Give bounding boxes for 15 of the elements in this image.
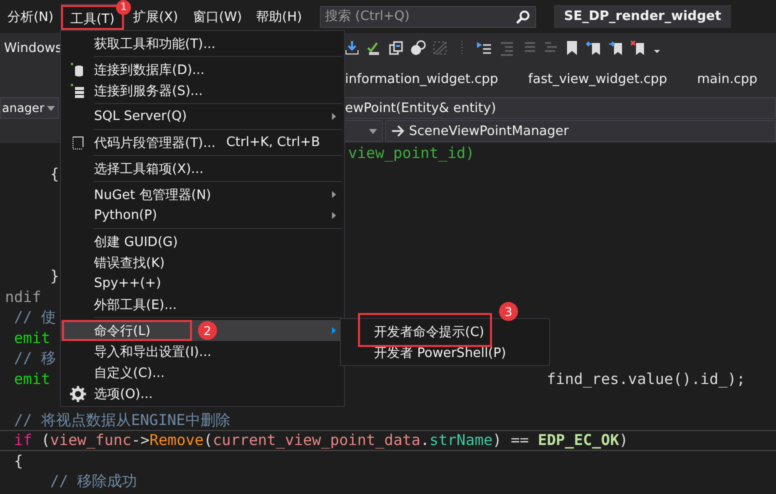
code-text: { bbox=[50, 164, 60, 182]
code-text: view_point_id) bbox=[348, 144, 475, 162]
code-text: ndif bbox=[5, 288, 42, 306]
shortcut-label: Ctrl+K, Ctrl+B bbox=[226, 135, 321, 150]
code-text: // 移除成功 bbox=[50, 472, 138, 490]
code-text: emit bbox=[14, 328, 50, 346]
code-text: // 移 bbox=[14, 349, 56, 367]
code-text: find_res.value().id_); bbox=[546, 370, 746, 388]
code-text: emit bbox=[14, 370, 50, 388]
solution-title: SE_DP_render_widget bbox=[554, 5, 732, 28]
code-text: { bbox=[14, 452, 24, 470]
code-text: if (view_func->Remove(current_view_point_data.strName) == EDP_EC_OK) bbox=[14, 431, 628, 449]
code-text: } bbox=[50, 267, 60, 285]
code-text: // 将视点数据从ENGINE中删除 bbox=[14, 410, 230, 428]
code-text: // 使 bbox=[14, 308, 56, 326]
